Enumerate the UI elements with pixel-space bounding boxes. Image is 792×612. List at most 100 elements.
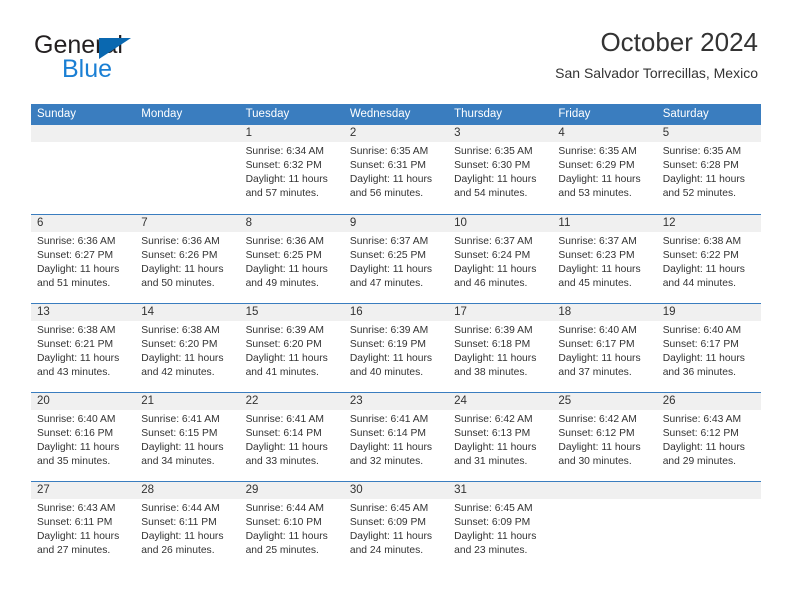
day-sun-info: Sunrise: 6:45 AM Sunset: 6:09 PM Daylight:… <box>344 499 448 558</box>
calendar-day-cell[interactable]: 22 Sunrise: 6:41 AM Sunset: 6:14 PM Dayligh… <box>239 393 344 481</box>
calendar-day-cell[interactable]: 28 Sunrise: 6:44 AM Sunset: 6:11 PM Dayligh… <box>135 482 240 570</box>
weekday-header-saturday: Saturday <box>662 108 709 120</box>
daylight-duration-line2: and 40 minutes. <box>349 367 424 379</box>
calendar-day-cell[interactable]: 8 Sunrise: 6:36 AM Sunset: 6:25 PM Daylight… <box>239 215 344 303</box>
weekday-header-wednesday: Wednesday <box>349 108 411 120</box>
daylight-duration-line1: Daylight: 11 hours <box>558 174 641 186</box>
sunrise-time: Sunrise: 6:40 AM <box>37 414 116 425</box>
day-sun-info: Sunrise: 6:40 AM Sunset: 6:17 PM Daylight:… <box>552 321 656 380</box>
calendar-day-cell[interactable]: 16 Sunrise: 6:39 AM Sunset: 6:19 PM Dayligh… <box>343 304 449 392</box>
sunrise-time: Sunrise: 6:38 AM <box>37 325 116 336</box>
calendar-day-cell-empty <box>656 482 761 570</box>
calendar-day-cell[interactable]: 27 Sunrise: 6:43 AM Sunset: 6:11 PM Dayligh… <box>31 482 136 570</box>
day-sun-info: Sunrise: 6:41 AM Sunset: 6:14 PM Daylight:… <box>240 410 344 469</box>
sunrise-time: Sunrise: 6:41 AM <box>245 414 324 425</box>
calendar-day-cell[interactable]: 18 Sunrise: 6:40 AM Sunset: 6:17 PM Dayligh… <box>552 304 657 392</box>
weekday-header-friday: Friday <box>558 108 591 120</box>
calendar-day-cell[interactable]: 3 Sunrise: 6:35 AM Sunset: 6:30 PM Daylight… <box>448 125 553 214</box>
sunrise-time: Sunrise: 6:36 AM <box>245 236 324 247</box>
sunrise-time: Sunrise: 6:38 AM <box>662 236 742 247</box>
calendar-day-cell[interactable]: 20 Sunrise: 6:40 AM Sunset: 6:16 PM Dayligh… <box>31 393 136 481</box>
page-subtitle: San Salvador Torrecillas, Mexico <box>555 64 758 81</box>
calendar-day-cell[interactable]: 31 Sunrise: 6:45 AM Sunset: 6:09 PM Dayligh… <box>448 482 553 570</box>
calendar-day-cell[interactable]: 24 Sunrise: 6:42 AM Sunset: 6:13 PM Dayligh… <box>448 393 553 481</box>
day-number: 17 <box>448 304 553 321</box>
calendar-day-cell[interactable]: 29 Sunrise: 6:44 AM Sunset: 6:10 PM Dayligh… <box>239 482 344 570</box>
sunset-time: Sunset: 6:27 PM <box>37 250 114 262</box>
general-blue-logo: General Blue <box>34 33 224 85</box>
daylight-duration-line1: Daylight: 11 hours <box>558 442 641 454</box>
daylight-duration-line2: and 34 minutes. <box>141 456 215 468</box>
calendar-day-cell[interactable]: 14 Sunrise: 6:38 AM Sunset: 6:20 PM Dayligh… <box>135 304 240 392</box>
daylight-duration-line1: Daylight: 11 hours <box>245 264 328 276</box>
day-sun-info: Sunrise: 6:41 AM Sunset: 6:14 PM Daylight:… <box>344 410 448 469</box>
daylight-duration-line1: Daylight: 11 hours <box>349 353 433 365</box>
day-number: 3 <box>448 125 553 142</box>
daylight-duration-line1: Daylight: 11 hours <box>662 174 745 186</box>
calendar-day-cell[interactable]: 21 Sunrise: 6:41 AM Sunset: 6:15 PM Dayligh… <box>135 393 240 481</box>
daylight-duration-line1: Daylight: 11 hours <box>245 353 328 365</box>
calendar-day-cell[interactable]: 11 Sunrise: 6:37 AM Sunset: 6:23 PM Dayligh… <box>552 215 657 303</box>
calendar-day-cell[interactable]: 6 Sunrise: 6:36 AM Sunset: 6:27 PM Daylight… <box>31 215 136 303</box>
day-number <box>552 482 657 499</box>
day-sun-info: Sunrise: 6:43 AM Sunset: 6:12 PM Daylight:… <box>657 410 761 469</box>
sunset-time: Sunset: 6:26 PM <box>141 250 218 262</box>
day-sun-info: Sunrise: 6:40 AM Sunset: 6:16 PM Daylight:… <box>31 410 135 469</box>
sunset-time: Sunset: 6:12 PM <box>558 428 635 440</box>
calendar-day-cell[interactable]: 15 Sunrise: 6:39 AM Sunset: 6:20 PM Dayligh… <box>239 304 344 392</box>
calendar-day-cell[interactable]: 17 Sunrise: 6:39 AM Sunset: 6:18 PM Dayligh… <box>448 304 553 392</box>
sunrise-time: Sunrise: 6:37 AM <box>454 236 533 247</box>
day-number <box>31 125 136 142</box>
day-number: 9 <box>343 215 449 232</box>
calendar-day-cell-empty <box>552 482 657 570</box>
calendar-day-cell[interactable]: 25 Sunrise: 6:42 AM Sunset: 6:12 PM Dayligh… <box>552 393 657 481</box>
day-number: 23 <box>343 393 449 410</box>
sunset-time: Sunset: 6:14 PM <box>245 428 322 440</box>
calendar-day-cell[interactable]: 4 Sunrise: 6:35 AM Sunset: 6:29 PM Daylight… <box>552 125 657 214</box>
calendar-day-cell-empty <box>31 125 136 214</box>
calendar-day-cell[interactable]: 5 Sunrise: 6:35 AM Sunset: 6:28 PM Daylight… <box>656 125 761 214</box>
weekday-header-monday: Monday <box>141 108 183 120</box>
daylight-duration-line1: Daylight: 11 hours <box>454 264 537 276</box>
day-sun-info: Sunrise: 6:39 AM Sunset: 6:19 PM Daylight:… <box>344 321 448 380</box>
day-sun-info: Sunrise: 6:38 AM Sunset: 6:20 PM Daylight:… <box>135 321 239 380</box>
calendar-day-cell[interactable]: 10 Sunrise: 6:37 AM Sunset: 6:24 PM Dayligh… <box>448 215 553 303</box>
calendar-week-row: 6 Sunrise: 6:36 AM Sunset: 6:27 PM Daylight… <box>31 214 761 303</box>
daylight-duration-line2: and 37 minutes. <box>558 367 632 379</box>
day-number: 13 <box>31 304 136 321</box>
calendar-day-cell[interactable]: 9 Sunrise: 6:37 AM Sunset: 6:25 PM Daylight… <box>343 215 449 303</box>
day-number: 10 <box>448 215 553 232</box>
calendar-day-cell[interactable]: 30 Sunrise: 6:45 AM Sunset: 6:09 PM Dayligh… <box>343 482 449 570</box>
weekday-header-row: Sunday Monday Tuesday Wednesday Thursday… <box>31 104 761 125</box>
calendar-day-cell[interactable]: 13 Sunrise: 6:38 AM Sunset: 6:21 PM Dayligh… <box>31 304 136 392</box>
calendar-day-cell[interactable]: 1 Sunrise: 6:34 AM Sunset: 6:32 PM Daylight… <box>239 125 344 214</box>
daylight-duration-line2: and 43 minutes. <box>37 367 111 379</box>
daylight-duration-line1: Daylight: 11 hours <box>662 353 745 365</box>
calendar-week-row: 1 Sunrise: 6:34 AM Sunset: 6:32 PM Daylight… <box>31 125 761 214</box>
calendar-day-cell[interactable]: 2 Sunrise: 6:35 AM Sunset: 6:31 PM Daylight… <box>343 125 449 214</box>
day-number: 5 <box>656 125 761 142</box>
daylight-duration-line1: Daylight: 11 hours <box>37 264 120 276</box>
day-number: 20 <box>31 393 136 410</box>
daylight-duration-line2: and 57 minutes. <box>245 188 319 200</box>
daylight-duration-line2: and 41 minutes. <box>245 367 319 379</box>
page-header: General Blue October 2024 San Salvador T… <box>0 0 792 100</box>
sunrise-time: Sunrise: 6:35 AM <box>454 146 533 157</box>
calendar-day-cell[interactable]: 23 Sunrise: 6:41 AM Sunset: 6:14 PM Dayligh… <box>343 393 449 481</box>
day-number: 27 <box>31 482 136 499</box>
sunrise-time: Sunrise: 6:39 AM <box>349 325 429 336</box>
sunrise-time: Sunrise: 6:38 AM <box>141 325 220 336</box>
daylight-duration-line2: and 52 minutes. <box>662 188 736 200</box>
calendar-day-cell[interactable]: 7 Sunrise: 6:36 AM Sunset: 6:26 PM Daylight… <box>135 215 240 303</box>
calendar-day-cell[interactable]: 12 Sunrise: 6:38 AM Sunset: 6:22 PM Dayligh… <box>656 215 761 303</box>
calendar-day-cell[interactable]: 19 Sunrise: 6:40 AM Sunset: 6:17 PM Dayligh… <box>656 304 761 392</box>
daylight-duration-line1: Daylight: 11 hours <box>141 264 224 276</box>
sunrise-time: Sunrise: 6:44 AM <box>141 503 220 514</box>
daylight-duration-line2: and 30 minutes. <box>558 456 632 468</box>
day-number: 24 <box>448 393 553 410</box>
sunset-time: Sunset: 6:21 PM <box>37 339 114 351</box>
calendar-grid: Sunday Monday Tuesday Wednesday Thursday… <box>31 104 761 570</box>
sunset-time: Sunset: 6:16 PM <box>37 428 114 440</box>
day-number: 2 <box>343 125 449 142</box>
calendar-day-cell[interactable]: 26 Sunrise: 6:43 AM Sunset: 6:12 PM Dayligh… <box>656 393 761 481</box>
